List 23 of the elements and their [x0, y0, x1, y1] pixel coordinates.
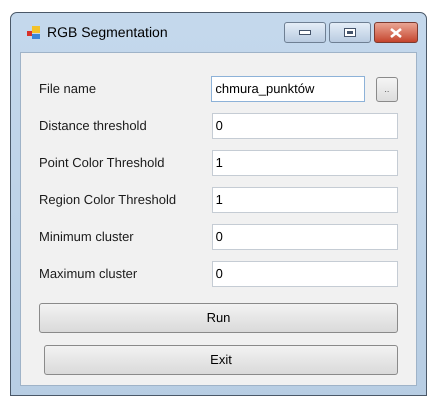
window-title: RGB Segmentation: [47, 23, 168, 42]
input-field[interactable]: 1: [212, 187, 398, 213]
input-field[interactable]: 0: [212, 261, 398, 287]
field-label: Maximum cluster: [39, 265, 138, 284]
field-label: File name: [39, 80, 98, 98]
action-button[interactable]: Run: [39, 303, 398, 333]
maximize-button[interactable]: [329, 22, 371, 43]
input-field[interactable]: chmura_punktów: [211, 76, 365, 102]
field-label: Point Color Threshold: [39, 154, 166, 172]
minimize-button[interactable]: [284, 22, 326, 43]
field-label: Region Color Threshold: [39, 191, 178, 210]
browse-button[interactable]: ..: [376, 76, 398, 102]
input-field[interactable]: 0: [212, 224, 398, 250]
close-button[interactable]: [374, 22, 418, 43]
field-label: Distance threshold: [39, 117, 148, 136]
field-label: Minimum cluster: [39, 228, 135, 246]
action-button[interactable]: Exit: [44, 345, 398, 375]
input-field[interactable]: 0: [212, 113, 398, 139]
input-field[interactable]: 1: [212, 150, 398, 176]
close-icon: [390, 28, 402, 38]
maximize-icon: [344, 28, 356, 37]
app-icon: [27, 26, 41, 40]
minimize-icon: [299, 30, 311, 35]
